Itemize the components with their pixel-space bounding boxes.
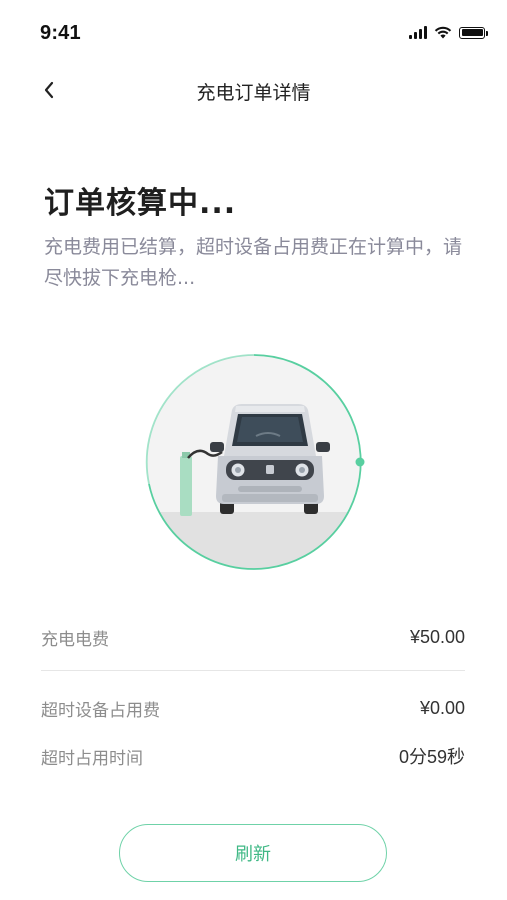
charging-fee-row: 充电电费 ¥50.00: [41, 622, 465, 652]
overtime-fee-row: 超时设备占用费 ¥0.00: [41, 693, 465, 723]
status-time: 9:41: [40, 22, 81, 44]
wifi-icon: [434, 26, 452, 39]
order-status-heading: 订单核算中...: [44, 186, 237, 221]
charging-fee-label: 充电电费: [41, 629, 109, 650]
status-bar: 9:41: [0, 0, 507, 70]
battery-icon: [459, 26, 488, 39]
overtime-fee-value: ¥0.00: [419, 697, 465, 718]
overtime-duration-row: 超时占用时间 0分59秒: [41, 741, 465, 771]
signal-icon: [409, 26, 427, 39]
page-title: 充电订单详情: [196, 82, 311, 104]
car-charging-illustration: [145, 354, 365, 570]
refresh-button[interactable]: 刷新: [119, 824, 387, 882]
overtime-duration-label: 超时占用时间: [41, 748, 143, 769]
order-status-description: 充电费用已结算，超时设备占用费正在计算中，请尽快拔下充电枪...: [44, 236, 463, 289]
status-icons: [409, 26, 488, 39]
overtime-duration-value: 0分59秒: [398, 747, 465, 767]
charging-fee-value: ¥50.00: [409, 626, 465, 647]
overtime-fee-label: 超时设备占用费: [41, 700, 160, 721]
divider: [41, 670, 465, 671]
